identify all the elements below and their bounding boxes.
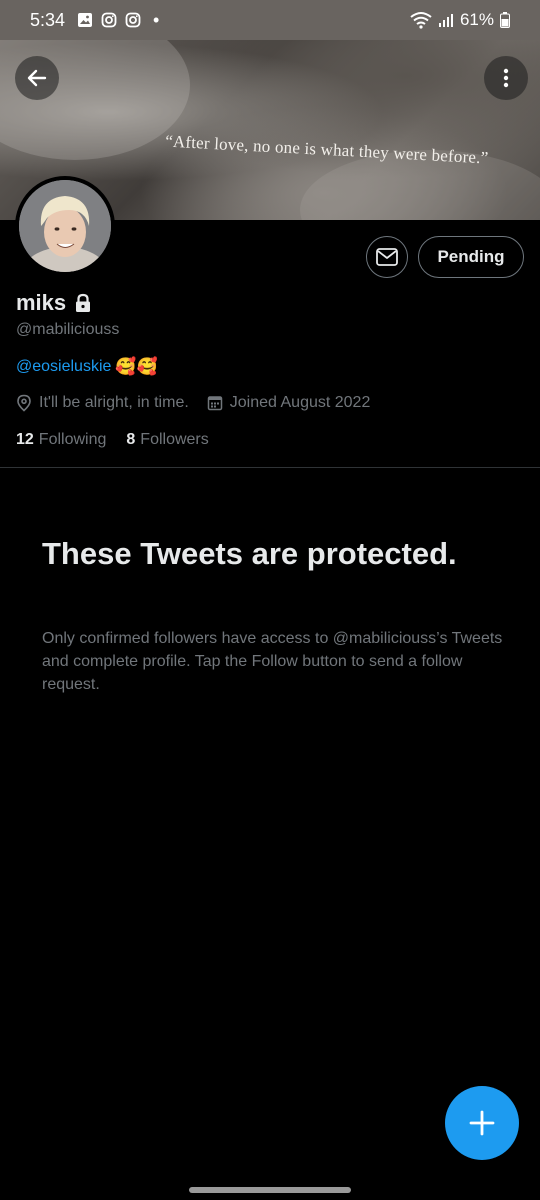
divider (0, 467, 540, 468)
avatar[interactable] (15, 176, 115, 276)
calendar-icon (207, 396, 223, 411)
arrow-left-icon (27, 69, 47, 87)
plus-icon (469, 1110, 495, 1136)
location-pin-icon (17, 394, 31, 412)
status-bar: 5:34 • 61% (0, 0, 540, 40)
gallery-icon (78, 13, 93, 27)
follow-stats: 12 Following 8 Followers (16, 431, 209, 449)
home-indicator[interactable] (189, 1187, 351, 1193)
notification-dot: • (153, 10, 160, 30)
envelope-icon (376, 248, 398, 266)
location-text: It'll be alright, in time. (39, 394, 189, 411)
following-count: 12 (16, 431, 34, 448)
avatar-image (19, 180, 111, 272)
message-button[interactable] (366, 236, 408, 278)
display-name: miks (16, 290, 67, 315)
status-time: 5:34 (30, 9, 66, 30)
name-row: miks (16, 290, 92, 316)
protected-description: Only confirmed followers have access to … (42, 630, 503, 693)
more-vertical-icon (503, 68, 509, 88)
status-left: 5:34 • (30, 10, 159, 31)
battery-icon (500, 12, 510, 28)
compose-tweet-button[interactable] (445, 1086, 519, 1160)
more-options-button[interactable] (484, 56, 528, 100)
bio-emoji: 🥰🥰 (115, 357, 158, 376)
following-link[interactable]: 12 Following (16, 431, 106, 449)
location-item: It'll be alright, in time. (16, 394, 189, 412)
followers-link[interactable]: 8 Followers (126, 431, 208, 449)
signal-icon (438, 14, 453, 27)
joined-item: Joined August 2022 (207, 394, 371, 412)
handle: @mabiliciouss (16, 321, 120, 338)
lock-icon (76, 293, 91, 312)
back-button[interactable] (15, 56, 59, 100)
protected-title: These Tweets are protected. (42, 536, 457, 571)
instagram-icon (101, 12, 117, 28)
joined-text: Joined August 2022 (229, 394, 371, 411)
following-label: Following (38, 431, 107, 448)
bio: @eosieluskie 🥰🥰 (16, 357, 158, 377)
pending-button[interactable]: Pending (418, 236, 524, 278)
avatar-photo (19, 180, 111, 272)
banner-quote: “After love, no one is what they were be… (164, 131, 489, 168)
wifi-icon (410, 12, 432, 29)
followers-count: 8 (126, 431, 136, 448)
battery-percent: 61% (459, 10, 494, 29)
profile-meta: It'll be alright, in time. Joined August… (16, 394, 370, 412)
followers-label: Followers (140, 431, 209, 448)
instagram-icon (125, 12, 141, 28)
bio-mention-link[interactable]: @eosieluskie (16, 358, 111, 376)
status-right: 61% (410, 10, 510, 30)
